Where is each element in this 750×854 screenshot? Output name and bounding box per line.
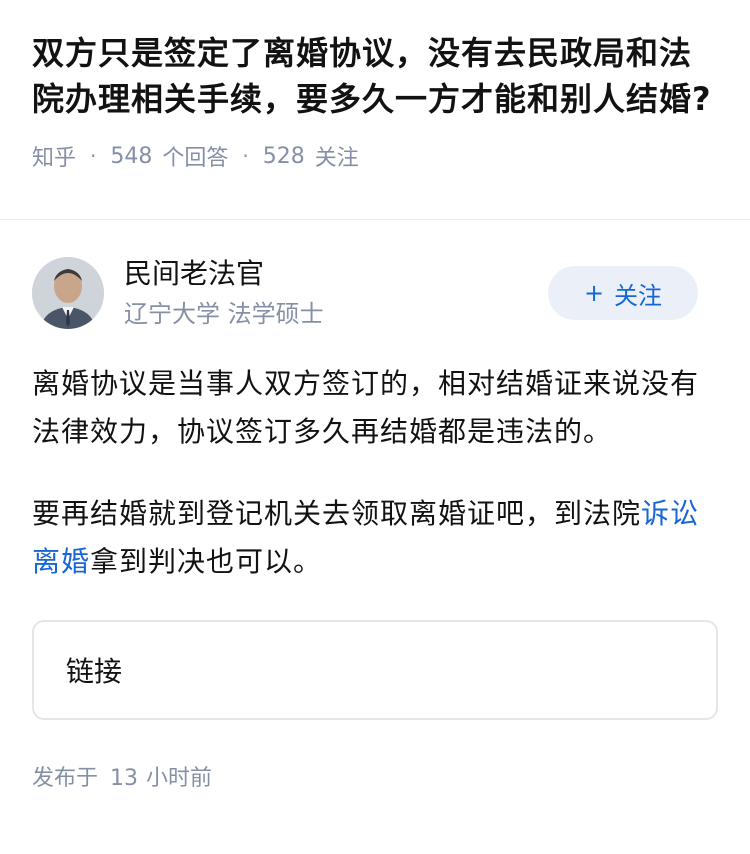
answer-paragraph: 离婚协议是当事人双方签订的，相对结婚证来说没有法律效力，协议签订多久再结婚都是违… bbox=[32, 367, 700, 448]
source-label[interactable]: 知乎 bbox=[32, 140, 76, 172]
publish-number: 13 bbox=[110, 766, 139, 791]
follow-button[interactable]: + 关注 bbox=[548, 266, 698, 320]
question-meta: 知乎 · 548 个回答 · 528 关注 bbox=[32, 140, 718, 172]
followers-count: 528 bbox=[262, 143, 305, 169]
publish-suffix: 小时前 bbox=[146, 766, 213, 791]
separator-dot: · bbox=[242, 144, 249, 168]
author-bio: 辽宁大学 法学硕士 bbox=[124, 300, 324, 328]
follow-button-label: 关注 bbox=[614, 281, 663, 310]
avatar-image bbox=[32, 257, 104, 329]
link-card-label: 链接 bbox=[66, 655, 123, 688]
answer-paragraph: 要再结婚就到登记机关去领取离婚证吧，到法院诉讼离婚拿到判决也可以。 bbox=[32, 490, 718, 586]
author-row: 民间老法官 辽宁大学 法学硕士 + 关注 bbox=[32, 256, 718, 330]
author-info: 民间老法官 辽宁大学 法学硕士 bbox=[124, 255, 548, 331]
avatar[interactable] bbox=[32, 257, 104, 329]
paragraph-text: 拿到判决也可以。 bbox=[90, 545, 323, 578]
question-title[interactable]: 双方只是签定了离婚协议，没有去民政局和法院办理相关手续，要多久一方才能和别人结婚… bbox=[32, 30, 718, 122]
plus-icon: + bbox=[583, 279, 605, 307]
answer-body: 离婚协议是当事人双方签订的，相对结婚证来说没有法律效力，协议签订多久再结婚都是违… bbox=[32, 360, 718, 586]
publish-prefix: 发布于 bbox=[32, 766, 99, 791]
publish-time: 发布于 13 小时前 bbox=[32, 760, 718, 792]
link-card[interactable]: 链接 bbox=[32, 620, 718, 720]
question-header: 双方只是签定了离婚协议，没有去民政局和法院办理相关手续，要多久一方才能和别人结婚… bbox=[0, 0, 750, 220]
separator-dot: · bbox=[90, 144, 97, 168]
followers-label[interactable]: 关注 bbox=[315, 140, 359, 172]
answer-card: 民间老法官 辽宁大学 法学硕士 + 关注 离婚协议是当事人双方签订的，相对结婚证… bbox=[0, 256, 750, 792]
answers-count: 548 bbox=[110, 143, 153, 169]
paragraph-text: 要再结婚就到登记机关去领取离婚证吧，到法院 bbox=[32, 497, 642, 530]
author-name[interactable]: 民间老法官 bbox=[124, 255, 548, 293]
answers-label[interactable]: 个回答 bbox=[162, 140, 228, 172]
